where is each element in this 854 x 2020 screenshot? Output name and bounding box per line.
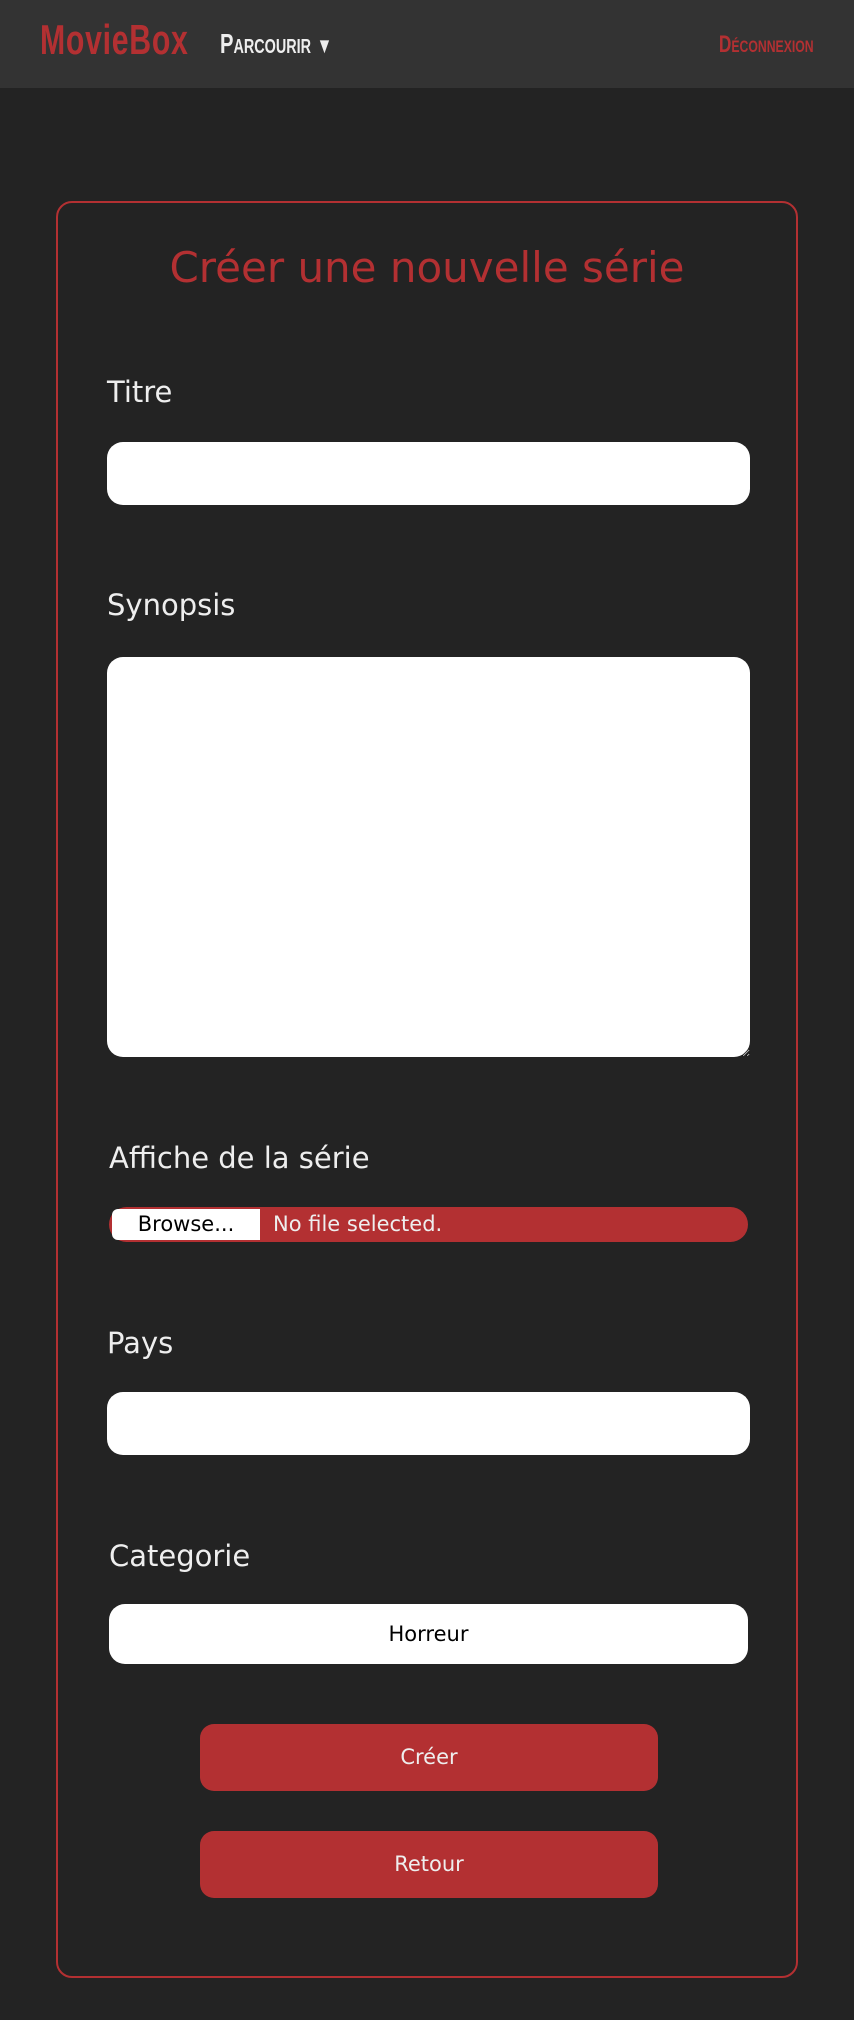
poster-file-input[interactable]: Browse... No file selected. <box>109 1207 748 1242</box>
synopsis-textarea[interactable] <box>107 657 750 1057</box>
navbar: MovieBox Parcourir ▼ Déconnexion <box>0 0 854 88</box>
titre-label: Titre <box>107 375 173 409</box>
synopsis-label: Synopsis <box>107 588 236 622</box>
dropdown-arrow-icon: ▼ <box>316 33 333 58</box>
file-status: No file selected. <box>273 1212 443 1236</box>
browse-menu[interactable]: Parcourir ▼ <box>220 28 332 60</box>
logout-link[interactable]: Déconnexion <box>719 31 814 59</box>
logo[interactable]: MovieBox <box>40 16 189 64</box>
categorie-select[interactable]: Horreur <box>109 1604 748 1664</box>
pays-input[interactable] <box>107 1392 750 1455</box>
affiche-label: Affiche de la série <box>109 1141 370 1175</box>
create-button[interactable]: Créer <box>200 1724 658 1791</box>
categorie-label: Categorie <box>109 1539 251 1573</box>
back-button[interactable]: Retour <box>200 1831 658 1898</box>
create-series-form: Créer une nouvelle série Titre Synopsis … <box>56 201 798 1978</box>
browse-label: Parcourir <box>220 28 312 59</box>
pays-label: Pays <box>107 1326 174 1360</box>
titre-input[interactable] <box>107 442 750 505</box>
page-title: Créer une nouvelle série <box>169 243 685 292</box>
browse-button[interactable]: Browse... <box>112 1209 260 1240</box>
